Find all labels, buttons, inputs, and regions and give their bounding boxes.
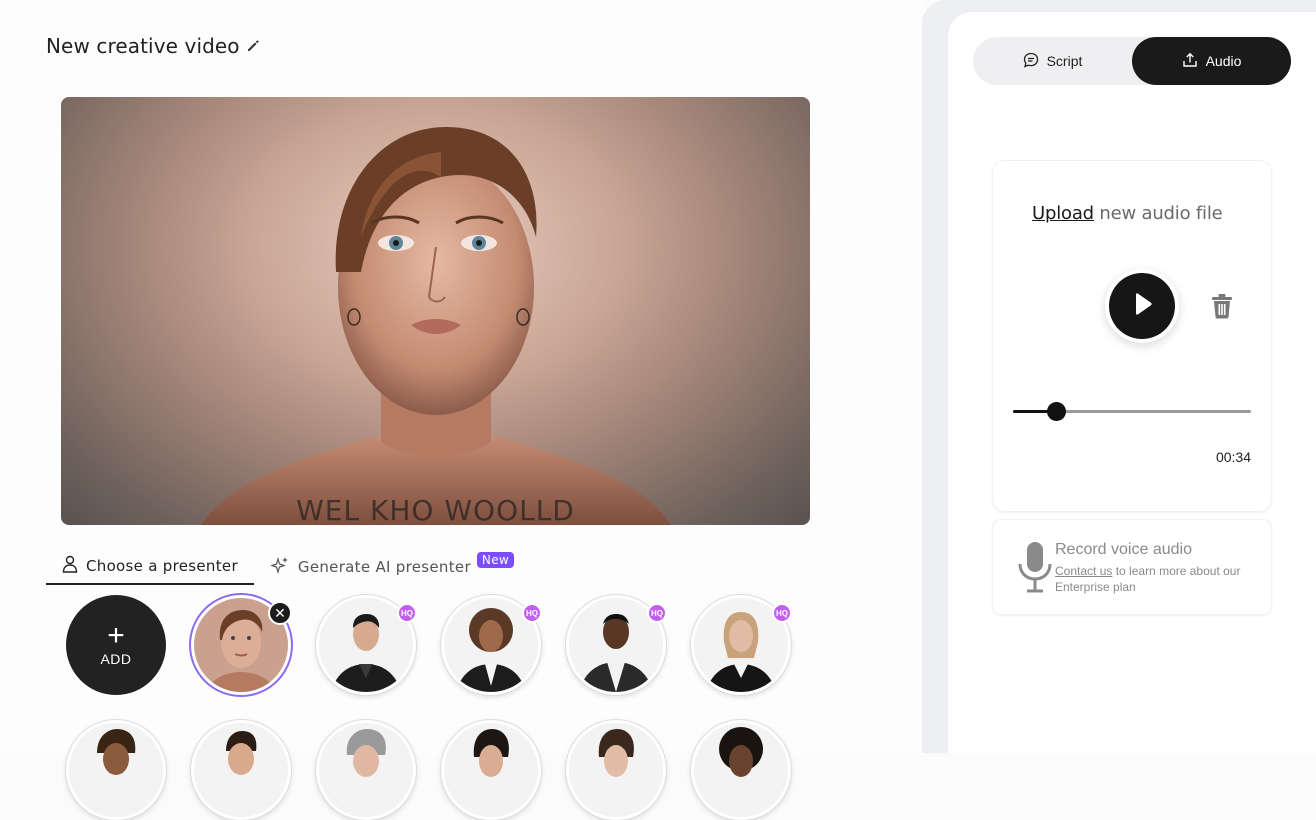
avatar[interactable] — [66, 720, 166, 820]
presenter-item[interactable] — [66, 720, 166, 820]
pencil-icon[interactable] — [246, 39, 260, 53]
add-presenter-cell: + ADD — [66, 595, 166, 695]
upload-link[interactable]: Upload — [1032, 203, 1094, 224]
tab-generate-ai-presenter[interactable]: Generate AI presenter New — [254, 548, 530, 585]
remove-presenter-button[interactable]: ✕ — [268, 601, 292, 625]
presenter-item[interactable] — [691, 720, 791, 820]
person-icon — [62, 555, 78, 577]
presenter-portrait — [201, 127, 671, 525]
avatar[interactable] — [316, 720, 416, 820]
close-icon: ✕ — [274, 604, 286, 621]
presenter-item[interactable]: ✕ — [191, 595, 292, 695]
video-title[interactable]: New creative video — [46, 34, 240, 58]
add-presenter-button[interactable]: + ADD — [66, 595, 166, 695]
tab-label: Choose a presenter — [86, 556, 238, 575]
script-audio-toggle: Script Audio — [973, 37, 1291, 85]
avatar[interactable] — [191, 720, 291, 820]
avatar[interactable] — [566, 720, 666, 820]
add-label: ADD — [100, 651, 132, 667]
hq-badge: HQ — [397, 603, 417, 623]
presenter-item[interactable]: HQ — [691, 595, 792, 695]
plus-icon: + — [107, 619, 125, 652]
chat-icon — [1023, 52, 1039, 71]
hq-badge: HQ — [647, 603, 667, 623]
presenter-item[interactable] — [316, 720, 416, 820]
record-voice-card: Record voice audio Contact us to learn m… — [993, 520, 1271, 614]
play-icon — [1129, 291, 1155, 322]
record-title: Record voice audio — [1055, 541, 1192, 558]
record-description: Contact us to learn more about our Enter… — [1055, 563, 1267, 595]
contact-us-link[interactable]: Contact us — [1055, 564, 1112, 578]
script-label: Script — [1046, 53, 1083, 69]
delete-audio-button[interactable] — [1211, 293, 1233, 319]
sparkle-icon — [270, 556, 290, 578]
tab-label: Generate AI presenter — [297, 557, 471, 576]
new-badge: New — [476, 551, 514, 568]
upload-audio-prompt: Upload new audio file — [1032, 203, 1223, 224]
presenter-item[interactable]: HQ — [441, 595, 542, 695]
audio-progress-slider[interactable] — [1013, 402, 1251, 421]
audio-label: Audio — [1205, 53, 1242, 69]
preview-overlay-text: WEL KHO WOOLLD — [296, 494, 575, 525]
tab-script[interactable]: Script — [973, 37, 1132, 85]
audio-duration: 00:34 — [1215, 449, 1251, 465]
title-row: New creative video — [46, 34, 260, 58]
trash-icon — [1211, 294, 1233, 323]
presenter-item[interactable] — [191, 720, 291, 820]
presenter-item[interactable] — [441, 720, 541, 820]
presenter-item[interactable]: HQ — [566, 595, 667, 695]
slider-handle[interactable] — [1047, 402, 1066, 421]
presenter-preview: WEL KHO WOOLLD — [61, 97, 810, 525]
tab-choose-presenter[interactable]: Choose a presenter — [46, 548, 254, 585]
upload-text: new audio file — [1093, 203, 1223, 224]
tab-audio[interactable]: Audio — [1132, 37, 1291, 85]
hq-badge: HQ — [522, 603, 542, 623]
presenter-tabs: Choose a presenter Generate AI presenter… — [46, 548, 530, 585]
play-button-inner — [1109, 273, 1175, 339]
audio-card: Upload new audio file 00:34 — [993, 161, 1271, 511]
upload-icon — [1182, 52, 1198, 71]
presenter-item[interactable] — [566, 720, 666, 820]
avatar[interactable] — [441, 720, 541, 820]
hq-badge: HQ — [772, 603, 792, 623]
presenter-item[interactable]: HQ — [316, 595, 417, 695]
avatar[interactable] — [691, 720, 791, 820]
microphone-icon — [1017, 542, 1053, 599]
play-button[interactable] — [1105, 269, 1179, 343]
